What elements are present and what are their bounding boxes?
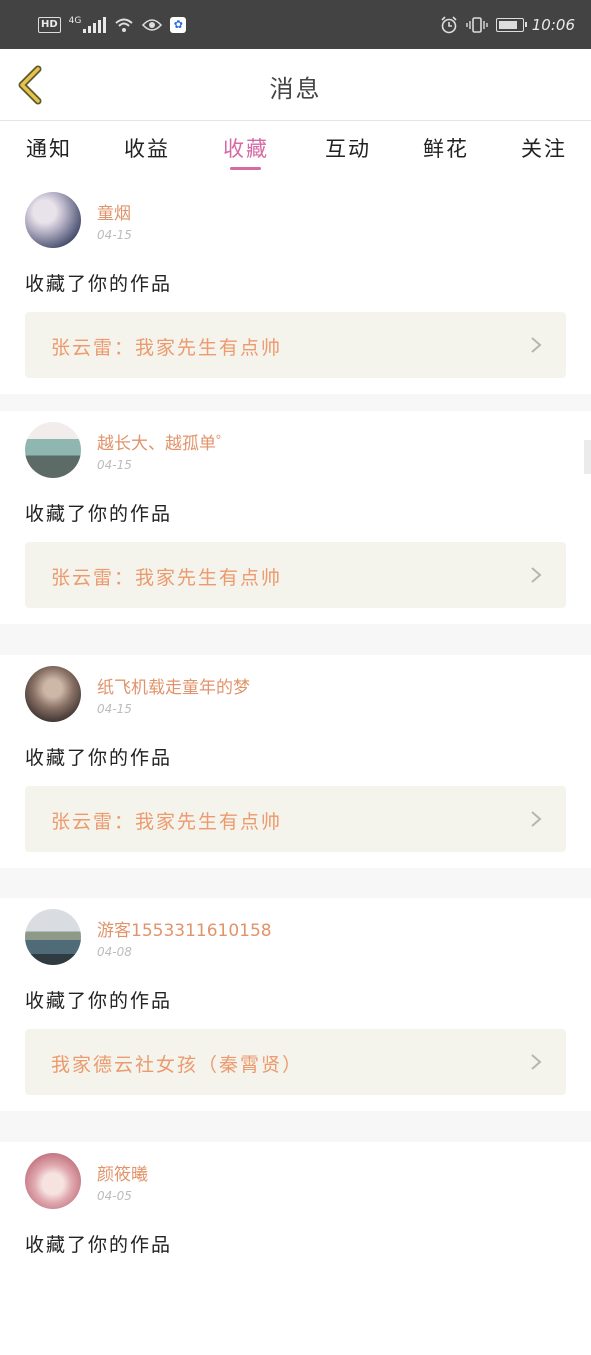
work-link[interactable]: 张云雷：我家先生有点帅 <box>25 312 566 378</box>
tab-earnings[interactable]: 收益 <box>124 133 170 163</box>
vibrate-icon <box>466 16 488 33</box>
list-item: 越长大、越孤单゜ 04-15 收藏了你的作品 张云雷：我家先生有点帅 <box>0 411 591 624</box>
timestamp: 04-08 <box>97 945 132 959</box>
tab-flowers[interactable]: 鲜花 <box>423 133 469 163</box>
avatar[interactable] <box>25 909 81 965</box>
avatar[interactable] <box>25 422 81 478</box>
tab-following[interactable]: 关注 <box>521 133 567 163</box>
username[interactable]: 颜筱曦 <box>97 1160 148 1185</box>
username[interactable]: 越长大、越孤单゜ <box>97 429 233 454</box>
timestamp: 04-15 <box>97 458 132 472</box>
battery-icon <box>495 17 527 32</box>
status-bar: HD 4G ✿ 10:06 <box>0 0 591 49</box>
list-item: 游客15533116101​58 04-08 收藏了你的作品 我家德云社女孩（秦… <box>0 898 591 1111</box>
alarm-icon <box>441 15 457 33</box>
hd-icon: HD <box>38 16 61 33</box>
scrollbar[interactable] <box>584 440 591 474</box>
eye-icon <box>142 18 163 31</box>
timestamp: 04-05 <box>97 1189 132 1203</box>
action-text: 收藏了你的作品 <box>25 503 173 525</box>
baidu-app-icon: ✿ <box>170 16 187 33</box>
timestamp: 04-15 <box>97 702 132 716</box>
network-type: 4G <box>68 15 82 26</box>
wifi-icon <box>115 18 134 32</box>
chevron-right-icon <box>531 811 542 827</box>
tab-favorites[interactable]: 收藏 <box>223 133 269 163</box>
chevron-right-icon <box>531 567 542 583</box>
work-link[interactable]: 我家德云社女孩（秦霄贤） <box>25 1029 566 1095</box>
avatar[interactable] <box>25 192 81 248</box>
action-text: 收藏了你的作品 <box>25 273 173 295</box>
work-title: 张云雷：我家先生有点帅 <box>51 811 283 833</box>
work-title: 张云雷：我家先生有点帅 <box>51 567 283 589</box>
clock: 10:06 <box>531 15 575 34</box>
work-link[interactable]: 张云雷：我家先生有点帅 <box>25 542 566 608</box>
username[interactable]: 纸飞机载走童年的梦 <box>97 673 250 698</box>
signal-icon <box>83 16 107 33</box>
work-title: 我家德云社女孩（秦霄贤） <box>51 1054 304 1076</box>
action-text: 收藏了你的作品 <box>25 990 173 1012</box>
timestamp: 04-15 <box>97 228 132 242</box>
username[interactable]: 游客15533116101​58 <box>97 916 272 941</box>
avatar[interactable] <box>25 1153 81 1209</box>
chevron-right-icon <box>531 337 542 353</box>
active-tab-indicator <box>230 167 261 170</box>
action-text: 收藏了你的作品 <box>25 1234 173 1256</box>
work-title: 张云雷：我家先生有点帅 <box>51 337 283 359</box>
action-text: 收藏了你的作品 <box>25 747 173 769</box>
avatar[interactable] <box>25 666 81 722</box>
list-item: 童烟 04-15 收藏了你的作品 张云雷：我家先生有点帅 <box>0 181 591 394</box>
chevron-right-icon <box>531 1054 542 1070</box>
page-title: 消息 <box>269 75 322 103</box>
tab-notifications[interactable]: 通知 <box>26 133 72 163</box>
list-item: 纸飞机载走童年的梦 04-15 收藏了你的作品 张云雷：我家先生有点帅 <box>0 655 591 868</box>
tab-bar: 通知 收益 收藏 互动 鲜花 关注 <box>0 121 591 181</box>
work-link[interactable]: 张云雷：我家先生有点帅 <box>25 786 566 852</box>
tab-interactions[interactable]: 互动 <box>325 133 371 163</box>
username[interactable]: 童烟 <box>97 199 131 224</box>
nav-bar: 消息 <box>0 49 591 121</box>
list-item: 颜筱曦 04-05 收藏了你的作品 <box>0 1142 591 1355</box>
